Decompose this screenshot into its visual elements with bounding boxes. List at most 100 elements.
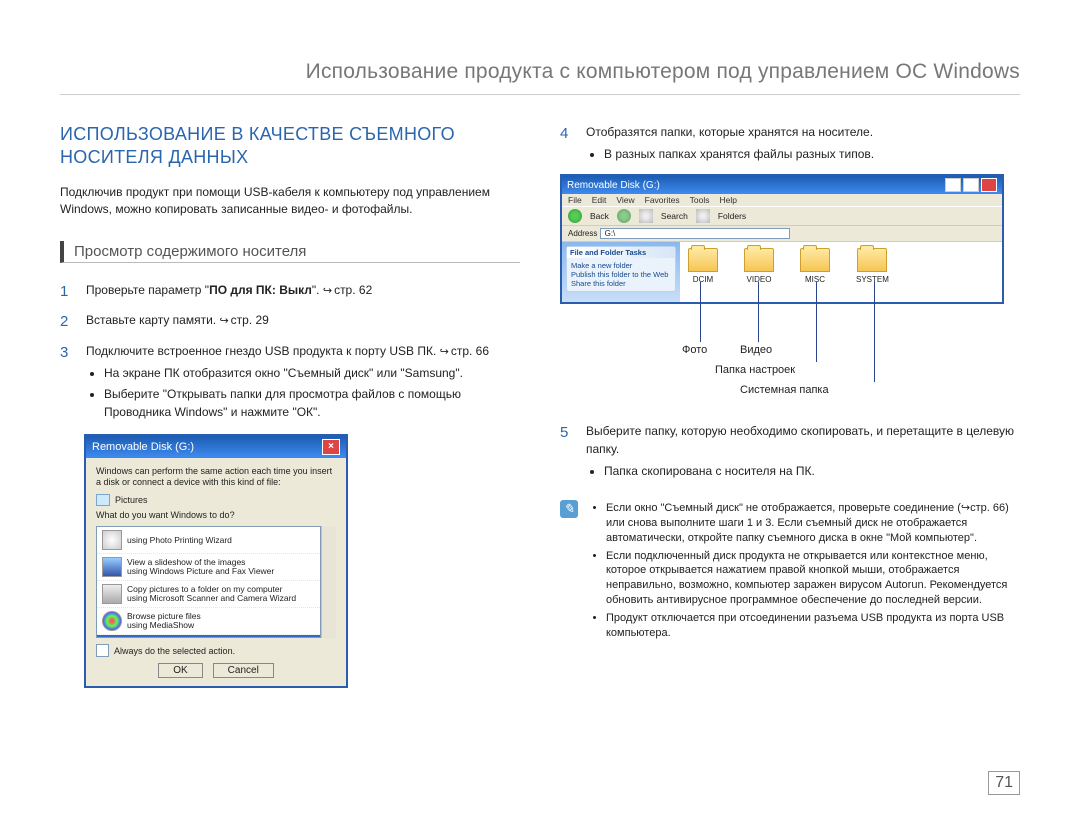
- list-item[interactable]: Copy pictures to a folder on my computer…: [97, 581, 320, 608]
- folder-label: DCIM: [693, 275, 713, 284]
- page-ref: стр. 29: [219, 313, 268, 327]
- list-item[interactable]: using Photo Printing Wizard: [97, 527, 320, 554]
- page-number: 71: [988, 771, 1020, 795]
- folder-video[interactable]: VIDEO: [744, 248, 774, 296]
- list-item-sub: using Photo Printing Wizard: [127, 536, 232, 545]
- folder-label: MISC: [805, 275, 825, 284]
- menu-view[interactable]: View: [616, 195, 634, 205]
- folder-label: SYSTEM: [856, 275, 889, 284]
- step-4: 4 Отобразятся папки, которые хранятся на…: [560, 123, 1020, 166]
- folder-dcim[interactable]: DCIM: [688, 248, 718, 296]
- step-number: 4: [560, 123, 574, 166]
- menu-help[interactable]: Help: [719, 195, 736, 205]
- task-link[interactable]: Make a new folder: [571, 261, 671, 270]
- section-title: ИСПОЛЬЗОВАНИЕ В КАЧЕСТВЕ СЪЕМНОГО НОСИТЕ…: [60, 123, 520, 170]
- minimize-icon[interactable]: [945, 178, 961, 192]
- pictures-label: Pictures: [115, 495, 148, 505]
- maximize-icon[interactable]: [963, 178, 979, 192]
- note-item: Если подключенный диск продукта не откры…: [606, 549, 1020, 608]
- step-number: 1: [60, 281, 74, 304]
- callout-photo: Фото: [682, 344, 707, 356]
- callouts: Фото Видео Папка настроек Системная папк…: [560, 312, 1000, 422]
- folder-system[interactable]: SYSTEM: [856, 248, 889, 296]
- step-number: 3: [60, 342, 74, 425]
- page-ref: стр. 62: [323, 283, 372, 297]
- step-bullet: В разных папках хранятся файлы разных ти…: [604, 145, 1020, 163]
- note-item: Продукт отключается при отсоединении раз…: [606, 611, 1020, 641]
- folder-icon: [800, 248, 830, 272]
- folder-icon: [857, 248, 887, 272]
- callout-settings: Папка настроек: [715, 364, 795, 376]
- action-list[interactable]: using Photo Printing Wizard View a slide…: [96, 526, 321, 638]
- task-link[interactable]: Publish this folder to the Web: [571, 270, 671, 279]
- step-text: Вставьте карту памяти.: [86, 313, 219, 327]
- callout-system: Системная папка: [740, 384, 829, 396]
- removable-disk-dialog: Removable Disk (G:) × Windows can perfor…: [84, 434, 348, 688]
- step-text: ".: [312, 283, 323, 297]
- step-2: 2 Вставьте карту памяти. стр. 29: [60, 311, 520, 334]
- window-title: Removable Disk (G:): [567, 180, 660, 191]
- folder-icon: [688, 248, 718, 272]
- step-text: Отобразятся папки, которые хранятся на н…: [586, 125, 873, 139]
- chapter-title: Использование продукта с компьютером под…: [60, 60, 1020, 95]
- folder-misc[interactable]: MISC: [800, 248, 830, 296]
- pictures-icon: [96, 494, 110, 506]
- search-label[interactable]: Search: [661, 211, 688, 221]
- folder-label: VIDEO: [747, 275, 772, 284]
- menu-edit[interactable]: Edit: [592, 195, 607, 205]
- note-icon: ✎: [560, 500, 578, 518]
- subheading: Просмотр содержимого носителя: [60, 241, 520, 263]
- page-ref: стр. 66: [440, 344, 489, 358]
- note-box: ✎ Если окно "Съемный диск" не отображает…: [560, 497, 1020, 644]
- scanner-icon: [102, 584, 122, 604]
- menu-tools[interactable]: Tools: [690, 195, 710, 205]
- dialog-prompt: What do you want Windows to do?: [96, 510, 336, 521]
- folder-icon: [744, 248, 774, 272]
- task-link[interactable]: Share this folder: [571, 279, 671, 288]
- list-item[interactable]: View a slideshow of the imagesusing Wind…: [97, 554, 320, 581]
- step-bullet: На экране ПК отобразится окно "Съемный д…: [104, 364, 520, 382]
- list-item-sub: using Windows Picture and Fax Viewer: [127, 567, 274, 576]
- printer-icon: [102, 530, 122, 550]
- back-icon[interactable]: [568, 209, 582, 223]
- list-item-selected[interactable]: Open folder to view filesusing Windows E…: [97, 635, 320, 638]
- address-field[interactable]: G:\: [600, 228, 790, 239]
- folders-label[interactable]: Folders: [718, 211, 746, 221]
- menu-file[interactable]: File: [568, 195, 582, 205]
- folders-icon[interactable]: [696, 209, 710, 223]
- step-5: 5 Выберите папку, которую необходимо ско…: [560, 422, 1020, 483]
- toolbar: Back Search Folders: [562, 206, 1002, 226]
- always-checkbox[interactable]: [96, 644, 109, 657]
- tasks-pane: File and Folder Tasks Make a new folder …: [562, 242, 680, 302]
- files-pane[interactable]: DCIM VIDEO MISC SYSTEM: [680, 242, 1002, 302]
- step-number: 2: [60, 311, 74, 334]
- close-icon[interactable]: ×: [322, 439, 340, 455]
- step-text: Проверьте параметр ": [86, 283, 209, 297]
- step-bullet: Папка скопирована с носителя на ПК.: [604, 462, 1020, 480]
- list-item-sub: using MediaShow: [127, 621, 201, 630]
- dialog-title: Removable Disk (G:): [92, 441, 194, 453]
- cancel-button[interactable]: Cancel: [213, 663, 274, 678]
- callout-video: Видео: [740, 344, 772, 356]
- media-icon: [102, 611, 122, 631]
- forward-icon[interactable]: [617, 209, 631, 223]
- address-label: Address: [568, 229, 597, 238]
- scrollbar[interactable]: [321, 526, 336, 638]
- slideshow-icon: [102, 557, 122, 577]
- intro-paragraph: Подключив продукт при помощи USB-кабеля …: [60, 184, 520, 219]
- ok-button[interactable]: OK: [158, 663, 202, 678]
- step-number: 5: [560, 422, 574, 483]
- search-icon[interactable]: [639, 209, 653, 223]
- tasks-title: File and Folder Tasks: [567, 247, 675, 258]
- menu-favorites[interactable]: Favorites: [645, 195, 680, 205]
- list-item[interactable]: Browse picture filesusing MediaShow: [97, 608, 320, 635]
- step-bullet: Выберите "Открывать папки для просмотра …: [104, 385, 520, 421]
- step-1: 1 Проверьте параметр "ПО для ПК: Выкл". …: [60, 281, 520, 304]
- menu-bar[interactable]: File Edit View Favorites Tools Help: [562, 194, 1002, 206]
- back-label[interactable]: Back: [590, 211, 609, 221]
- step-text: Выберите папку, которую необходимо скопи…: [586, 424, 1014, 456]
- dialog-intro: Windows can perform the same action each…: [96, 466, 336, 488]
- close-icon[interactable]: [981, 178, 997, 192]
- always-label: Always do the selected action.: [114, 646, 235, 656]
- step-text: Подключите встроенное гнездо USB продукт…: [86, 344, 440, 358]
